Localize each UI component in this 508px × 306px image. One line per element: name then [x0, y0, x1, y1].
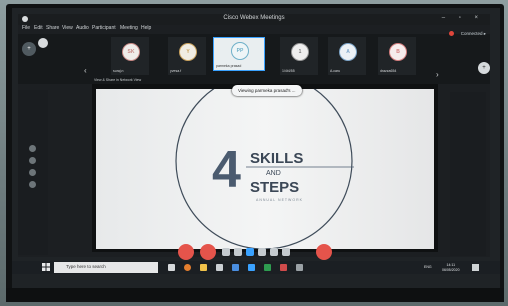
powerpoint-icon[interactable] [280, 264, 287, 271]
slide-line2: AND [266, 170, 281, 177]
title-bar: Cisco Webex Meetings – ▫ × [18, 14, 490, 25]
mute-button[interactable] [178, 244, 194, 260]
connection-status[interactable]: Connected ▸ [461, 31, 486, 37]
record-button[interactable] [234, 248, 242, 256]
firefox-icon[interactable] [184, 264, 191, 271]
slide-numeral: 4 [212, 141, 241, 199]
participant-name: parmeka prasad [216, 64, 242, 68]
menu-bar: File Edit Share View Audio Participant M… [18, 25, 490, 34]
participant-name: yvesa.f [170, 69, 182, 73]
file-explorer-icon[interactable] [200, 264, 207, 271]
chat-button[interactable] [258, 248, 266, 256]
search-placeholder: Type here to search [66, 264, 106, 269]
share-button[interactable] [222, 248, 230, 256]
meeting-controls [178, 244, 340, 260]
participant-name: A.caru [330, 69, 341, 73]
windows-start-icon[interactable] [42, 263, 50, 271]
share-caption: View & Share in Network View [94, 78, 142, 82]
shared-slide: 4 SKILLS AND STEPS ANNUAL NETWORK [96, 89, 434, 249]
leave-meeting-button[interactable] [316, 244, 332, 260]
stop-video-button[interactable] [200, 244, 216, 260]
rail-button[interactable] [29, 157, 36, 164]
edge-icon[interactable] [232, 264, 239, 271]
participant-tile[interactable]: SK suraj.n [111, 37, 149, 75]
window-title: Cisco Webex Meetings [223, 15, 285, 21]
tray-clock[interactable]: 14:11 06/05/2020 [442, 263, 460, 272]
collapse-panel-icon[interactable]: › [436, 70, 439, 79]
task-view-icon[interactable] [168, 264, 175, 271]
menu-share[interactable]: Share [46, 25, 59, 31]
participant-tile[interactable]: B drazza654 [378, 37, 416, 75]
participants-button[interactable] [246, 248, 254, 256]
menu-participant[interactable]: Participant [92, 25, 116, 31]
status-dot-icon [449, 31, 454, 36]
right-panel-rail: › [436, 70, 486, 256]
menu-meeting[interactable]: Meeting [120, 25, 138, 31]
participant-name: drazza654 [380, 69, 397, 73]
menu-audio[interactable]: Audio [76, 25, 89, 31]
menu-file[interactable]: File [22, 25, 30, 31]
left-control-rail [18, 90, 48, 255]
avatar: Y [179, 43, 197, 61]
avatar: SK [122, 43, 140, 61]
avatar: B [389, 43, 407, 61]
settings-icon[interactable] [38, 38, 48, 48]
monitor-bottom-bezel [6, 288, 504, 302]
more-button[interactable] [270, 248, 278, 256]
webex-taskbar-icon[interactable] [248, 264, 255, 271]
participant-strip: SK suraj.n Y yvesa.f PP parmeka prasad 1… [18, 34, 490, 84]
excel-icon[interactable] [264, 264, 271, 271]
menu-edit[interactable]: Edit [34, 25, 43, 31]
slide-circle [175, 89, 353, 249]
rail-button[interactable] [29, 169, 36, 176]
rail-button[interactable] [29, 181, 36, 188]
avatar: 1 [291, 43, 309, 61]
participant-name: suraj.n [113, 69, 124, 73]
viewing-toast: Viewing parmeka prasad's ... [232, 85, 302, 96]
participant-name: 1/4t4/55 [282, 69, 295, 73]
participant-tile[interactable]: Y yvesa.f [168, 37, 206, 75]
participant-tile[interactable]: A A.caru [328, 37, 366, 75]
window-controls[interactable]: – ▫ × [442, 15, 484, 21]
app-icon[interactable] [216, 264, 223, 271]
app-icon[interactable] [296, 264, 303, 271]
add-icon[interactable]: + [22, 42, 36, 56]
menu-help[interactable]: Help [141, 25, 151, 31]
tray-date: 06/05/2020 [442, 267, 460, 272]
participant-tile-active[interactable]: PP parmeka prasad [213, 37, 265, 71]
slide-line1: SKILLS [250, 150, 303, 167]
options-button[interactable] [282, 248, 290, 256]
notification-icon[interactable] [472, 264, 479, 271]
avatar: PP [231, 42, 249, 60]
participant-tile[interactable]: 1 1/4t4/55 [280, 37, 318, 75]
menu-view[interactable]: View [62, 25, 73, 31]
slide-line3: STEPS [250, 179, 299, 196]
slide-graphic: 4 SKILLS AND STEPS ANNUAL NETWORK [175, 89, 354, 249]
add-panel-icon[interactable]: + [478, 62, 490, 74]
collapse-left-icon[interactable]: ‹ [84, 66, 87, 75]
slide-tagline: ANNUAL NETWORK [256, 198, 303, 202]
rail-button[interactable] [29, 145, 36, 152]
tray-language[interactable]: ENG [424, 265, 432, 269]
avatar: A [339, 43, 357, 61]
